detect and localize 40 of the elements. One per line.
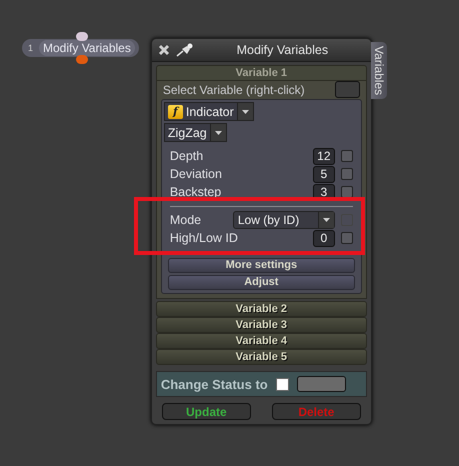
graph-node[interactable]: 1 Modify Variables <box>22 39 139 57</box>
number-field[interactable]: 0 <box>312 230 335 246</box>
param-label: Deviation <box>170 167 223 181</box>
status-label: Change Status to <box>160 376 268 392</box>
side-tab[interactable]: Variables <box>370 42 387 100</box>
section-header[interactable]: Variable 1 <box>156 65 367 81</box>
number-field[interactable]: 5 <box>312 166 335 182</box>
panel-button[interactable]: Adjust <box>168 275 355 290</box>
status-field[interactable] <box>296 376 346 392</box>
param-label: Depth <box>170 149 204 163</box>
checkbox[interactable] <box>340 232 353 244</box>
checkbox[interactable] <box>340 168 353 180</box>
update-button[interactable]: Update <box>162 403 251 420</box>
function-icon: f <box>168 104 183 118</box>
section-header[interactable]: Variable 3 <box>156 317 367 333</box>
pushpin-icon[interactable] <box>176 43 194 57</box>
status-checkbox[interactable] <box>276 378 289 390</box>
number-field[interactable]: 12 <box>312 148 335 164</box>
node-label: Modify Variables <box>39 40 135 56</box>
select-variable-label: Select Variable (right-click) <box>162 82 305 96</box>
caret-icon <box>242 110 249 114</box>
node-index: 1 <box>27 43 34 53</box>
name-dropdown[interactable]: ZigZag <box>164 123 227 142</box>
section-header[interactable]: Variable 2 <box>156 301 367 317</box>
variable-slot[interactable] <box>334 81 360 98</box>
caret-icon <box>214 130 222 134</box>
caret-icon <box>322 218 330 222</box>
panel-button[interactable]: More settings <box>168 258 355 273</box>
param-label: High/Low ID <box>170 231 239 245</box>
section-header[interactable]: Variable 5 <box>156 349 367 365</box>
param-label: Backstep <box>170 185 222 199</box>
section-header[interactable]: Variable 4 <box>156 333 367 349</box>
checkbox[interactable] <box>340 150 353 162</box>
close-icon[interactable] <box>158 44 170 56</box>
window-title: Modify Variables <box>236 43 330 57</box>
param-label: Mode <box>170 213 202 227</box>
input-port[interactable] <box>76 32 88 41</box>
output-port[interactable] <box>76 55 88 64</box>
type-dropdown[interactable]: f Indicator <box>164 102 254 121</box>
checkbox[interactable] <box>340 186 353 198</box>
